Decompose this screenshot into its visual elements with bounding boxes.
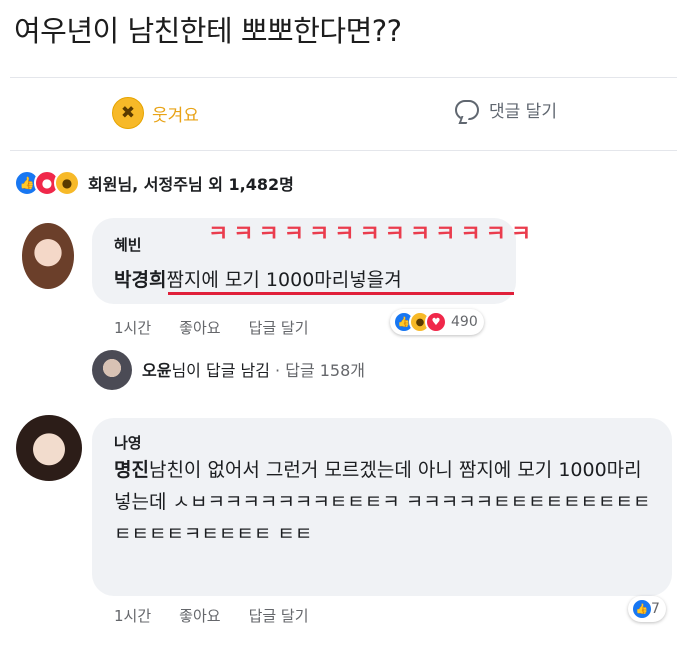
comment-author[interactable]: 나영 (114, 432, 142, 453)
laugh-label: 웃겨요 (152, 105, 199, 126)
reactions-summary[interactable]: 👍 ● ● 회원님, 서정주님 외 1,482명 (14, 170, 294, 196)
comment-meta: 1시간 좋아요 답글 달기 (114, 317, 309, 338)
reply-summary-text: 님이 답글 남김 (171, 361, 270, 380)
love-icon: ♥ (425, 311, 447, 333)
laugh-reaction-button[interactable]: ✖ 웃겨요 (112, 97, 199, 129)
tagged-name[interactable]: 박경희 (114, 269, 166, 291)
avatar[interactable] (16, 415, 82, 481)
comment-button[interactable]: 댓글 달기 (455, 97, 557, 122)
comment-reactions[interactable]: 👍 ● ♥ 490 (390, 309, 484, 335)
reactions-summary-text: 회원님, 서정주님 외 1,482명 (88, 175, 294, 194)
reply-author: 오윤 (142, 361, 172, 380)
avatar[interactable] (92, 350, 132, 390)
comment-reactions[interactable]: 👍 7 (628, 596, 666, 622)
comment-time[interactable]: 1시간 (114, 605, 151, 626)
comment-bubble-icon (455, 99, 479, 120)
haha-icon: ● (54, 170, 80, 196)
comment-label: 댓글 달기 (489, 102, 557, 122)
like-link[interactable]: 좋아요 (179, 317, 220, 338)
reply-summary[interactable]: 오윤님이 답글 남김 · 답글 158개 (142, 357, 365, 381)
divider (10, 77, 677, 78)
reaction-count: 7 (651, 601, 660, 617)
red-underline (168, 292, 514, 295)
like-link[interactable]: 좋아요 (179, 605, 220, 626)
like-icon: 👍 (631, 598, 653, 620)
comment-body: 남친이 없어서 그런거 모르겠는데 아니 짬지에 모기 1000마리 넣는데 ㅅ… (114, 459, 651, 545)
reply-link[interactable]: 답글 달기 (249, 605, 309, 626)
laughing-face-icon: ✖ (112, 97, 144, 129)
overlay-annotation-text: ㅋㅋㅋㅋㅋㅋㅋㅋㅋㅋㅋㅋㅋ (208, 222, 537, 247)
reaction-count: 490 (451, 314, 478, 330)
avatar[interactable] (22, 223, 74, 289)
tagged-name[interactable]: 명진 (114, 459, 149, 481)
reply-count: · 답글 158개 (275, 361, 366, 380)
post-title: 여우년이 남친한테 뽀뽀한다면?? (14, 14, 402, 48)
comment-author[interactable]: 혜빈 (114, 234, 142, 255)
comment-body: 짬지에 모기 1000마리넣을겨 (166, 269, 402, 291)
comment-text: 명진남친이 없어서 그런거 모르겠는데 아니 짬지에 모기 1000마리 넣는데… (114, 454, 662, 550)
comment-time[interactable]: 1시간 (114, 317, 151, 338)
reply-link[interactable]: 답글 달기 (249, 317, 309, 338)
comment-meta: 1시간 좋아요 답글 달기 (114, 605, 309, 626)
divider (10, 150, 677, 151)
